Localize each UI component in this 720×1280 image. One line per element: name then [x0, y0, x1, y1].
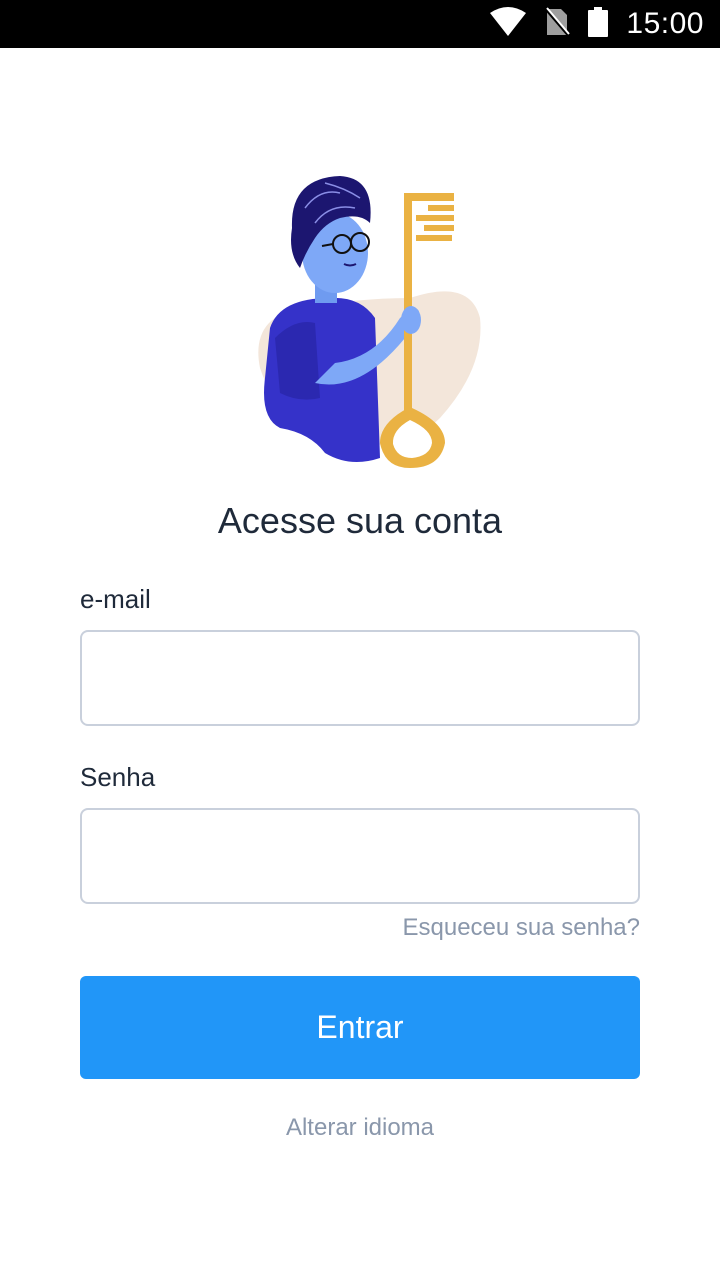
- email-label: e-mail: [80, 584, 151, 614]
- forgot-password-link[interactable]: Esqueceu sua senha?: [402, 914, 640, 942]
- password-label: Senha: [80, 762, 156, 792]
- status-bar: 15:00: [0, 0, 720, 48]
- change-language-link[interactable]: Alterar idioma: [0, 1114, 720, 1142]
- email-field[interactable]: [80, 630, 640, 726]
- password-field[interactable]: [80, 808, 640, 904]
- key-person-illustration: [240, 168, 490, 478]
- wifi-icon: [490, 6, 527, 42]
- login-button[interactable]: Entrar: [80, 976, 640, 1079]
- page-title: Acesse sua conta: [217, 500, 503, 541]
- no-sim-icon: [544, 6, 571, 42]
- battery-icon: [588, 6, 609, 42]
- status-clock: 15:00: [626, 7, 704, 40]
